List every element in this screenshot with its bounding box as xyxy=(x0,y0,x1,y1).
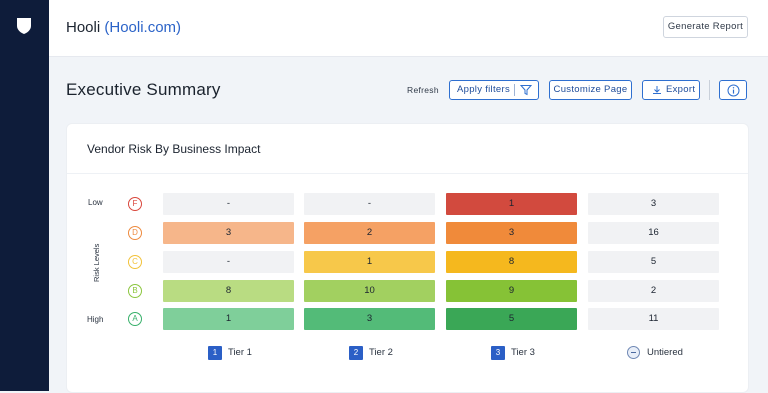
apply-filters-label: Apply filters xyxy=(457,84,511,95)
export-button[interactable]: Export xyxy=(642,80,700,100)
risk-cell[interactable]: 3 xyxy=(588,193,719,215)
risk-cell[interactable]: 16 xyxy=(588,222,719,244)
widget-title: Vendor Risk By Business Impact xyxy=(87,142,261,156)
risk-grade-a-badge: A xyxy=(128,312,142,326)
filter-icon xyxy=(520,85,532,96)
company-name-text: Hooli xyxy=(66,19,101,36)
risk-levels-axis-label: Risk Levels xyxy=(92,243,101,282)
refresh-link[interactable]: Refresh xyxy=(407,85,439,95)
tier-badge: 1 xyxy=(208,346,222,360)
risk-cell[interactable]: 9 xyxy=(446,280,577,302)
toolbar-divider xyxy=(709,80,710,100)
risk-grade-b-badge: B xyxy=(128,284,142,298)
info-button[interactable] xyxy=(719,80,747,100)
risk-cell[interactable]: - xyxy=(304,193,435,215)
risk-cell[interactable]: 5 xyxy=(446,308,577,330)
risk-grade-d-badge: D xyxy=(128,226,142,240)
download-icon xyxy=(653,86,661,94)
vendor-risk-card: Vendor Risk By Business Impact Low High … xyxy=(66,123,749,393)
shield-icon[interactable] xyxy=(14,16,34,36)
high-label: High xyxy=(87,315,104,324)
risk-cell[interactable]: 11 xyxy=(588,308,719,330)
risk-cell[interactable]: 8 xyxy=(163,280,294,302)
page-title: Executive Summary xyxy=(66,80,221,99)
risk-cell[interactable]: 3 xyxy=(163,222,294,244)
risk-cell[interactable]: 1 xyxy=(163,308,294,330)
untiered-icon xyxy=(627,346,640,359)
sidebar xyxy=(0,0,49,391)
tier-badge: 3 xyxy=(491,346,505,360)
tier-label: Tier 1 xyxy=(228,347,252,358)
risk-cell[interactable]: 5 xyxy=(588,251,719,273)
customize-page-button[interactable]: Customize Page xyxy=(549,80,632,100)
risk-cell[interactable]: 10 xyxy=(304,280,435,302)
risk-cell[interactable]: 3 xyxy=(304,308,435,330)
info-icon xyxy=(727,84,740,97)
generate-report-button[interactable]: Generate Report xyxy=(663,16,748,38)
risk-grade-c-badge: C xyxy=(128,255,142,269)
risk-cell[interactable]: 1 xyxy=(446,193,577,215)
export-label: Export xyxy=(666,84,696,95)
risk-cell[interactable]: - xyxy=(163,251,294,273)
tier-label: Tier 2 xyxy=(369,347,393,358)
card-divider xyxy=(67,173,748,174)
risk-grade-f-badge: F xyxy=(128,197,142,211)
tier-label: Tier 3 xyxy=(511,347,535,358)
risk-cell[interactable]: 1 xyxy=(304,251,435,273)
risk-cell[interactable]: - xyxy=(163,193,294,215)
company-domain-link[interactable]: (Hooli.com) xyxy=(104,19,181,36)
divider xyxy=(514,84,515,96)
risk-cell[interactable]: 3 xyxy=(446,222,577,244)
tier-label: Untiered xyxy=(647,347,683,358)
risk-cell[interactable]: 2 xyxy=(588,280,719,302)
low-label: Low xyxy=(88,198,103,207)
risk-cell[interactable]: 8 xyxy=(446,251,577,273)
apply-filters-button[interactable]: Apply filters xyxy=(449,80,539,100)
company-name: Hooli (Hooli.com) xyxy=(66,19,181,36)
risk-cell[interactable]: 2 xyxy=(304,222,435,244)
tier-badge: 2 xyxy=(349,346,363,360)
top-bar: Hooli (Hooli.com) Generate Report xyxy=(49,0,768,57)
